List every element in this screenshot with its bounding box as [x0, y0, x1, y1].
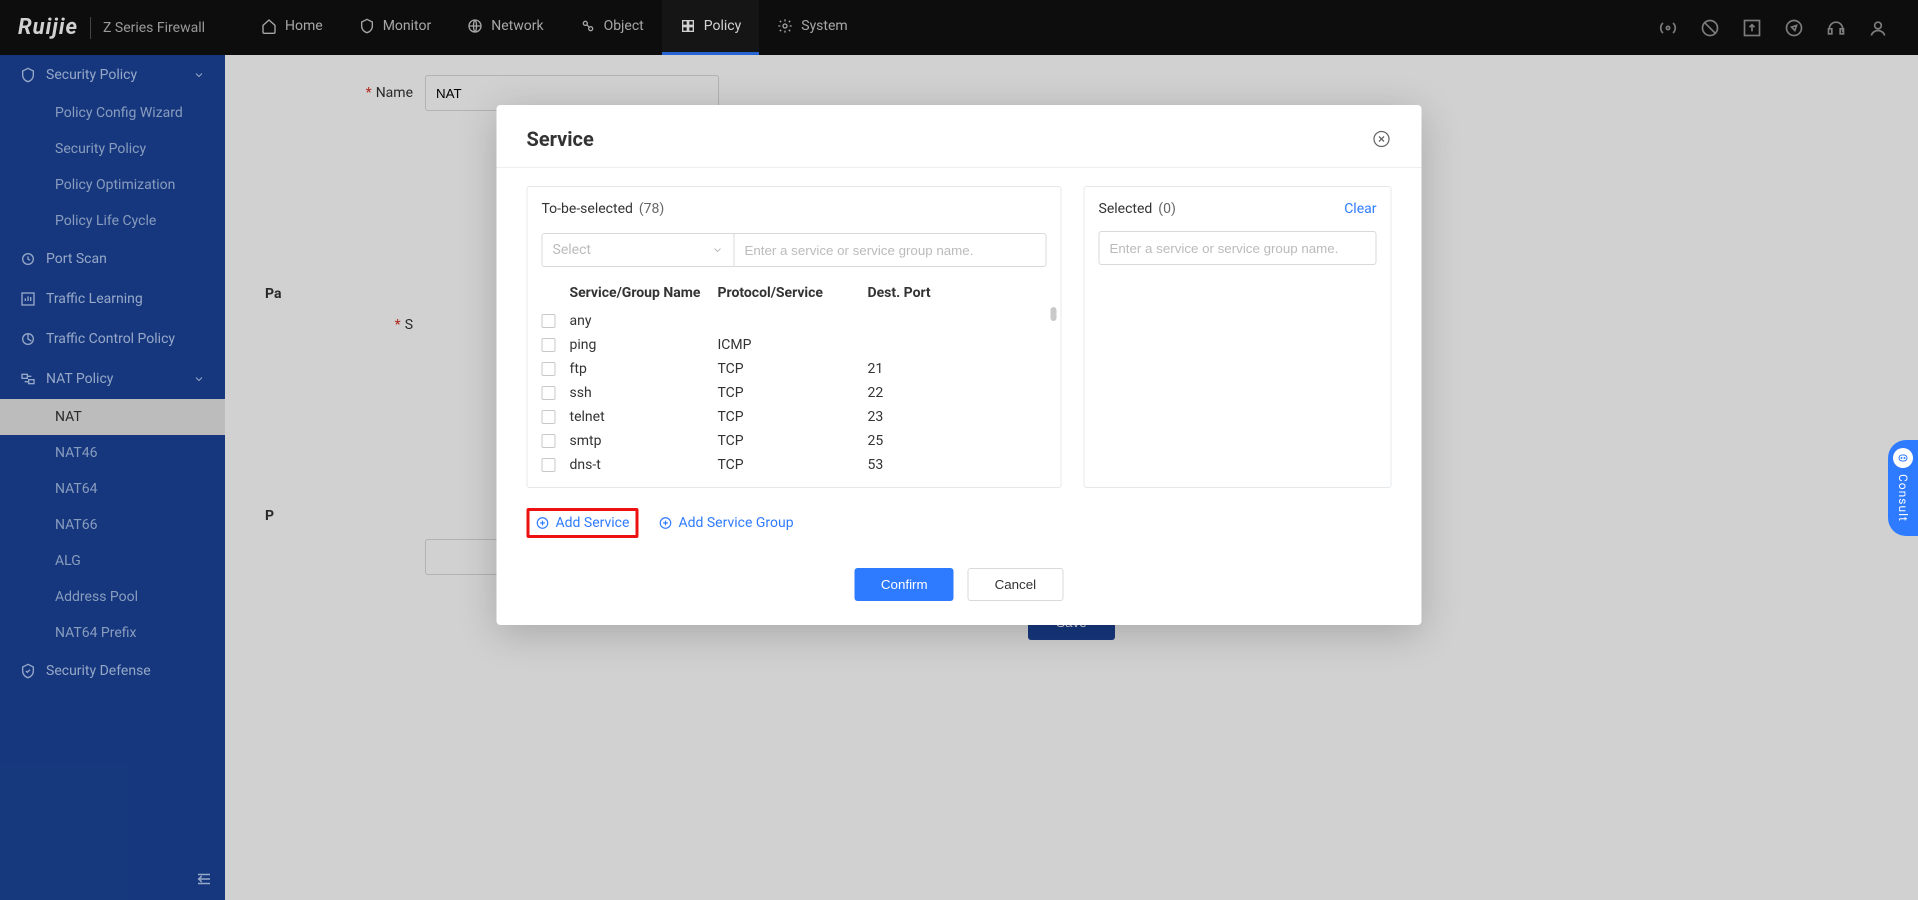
cell-proto: TCP [718, 457, 868, 473]
row-checkbox[interactable] [542, 410, 556, 424]
cell-name: any [570, 313, 718, 329]
modal-header: Service [497, 105, 1422, 168]
panel-title: To-be-selected [542, 201, 633, 217]
add-service-group-button[interactable]: Add Service Group [652, 511, 799, 535]
table-row[interactable]: sshTCP22 [542, 381, 1047, 405]
close-icon [1372, 129, 1392, 149]
to-be-selected-panel: To-be-selected (78) Select Service/Group… [527, 186, 1062, 488]
table-header: Service/Group Name Protocol/Service Dest… [542, 281, 1047, 305]
add-service-group-label: Add Service Group [678, 515, 793, 531]
scrollbar-thumb[interactable] [1051, 307, 1057, 321]
plus-circle-icon [658, 516, 672, 530]
row-checkbox[interactable] [542, 458, 556, 472]
cell-name: ssh [570, 385, 718, 401]
cancel-button[interactable]: Cancel [968, 568, 1064, 601]
cell-name: telnet [570, 409, 718, 425]
add-links-row: Add Service Add Service Group [497, 498, 1422, 548]
col-proto: Protocol/Service [718, 285, 868, 301]
clear-button[interactable]: Clear [1344, 201, 1376, 217]
select-placeholder: Select [553, 242, 591, 258]
consult-tab[interactable]: Consult [1888, 440, 1918, 536]
selected-panel: Selected (0) Clear [1084, 186, 1392, 488]
consult-label: Consult [1896, 474, 1910, 522]
cell-proto: TCP [718, 409, 868, 425]
panel-header: Selected (0) Clear [1085, 187, 1391, 225]
cell-port: 22 [868, 385, 988, 401]
cell-proto: TCP [718, 433, 868, 449]
panel-count: (78) [639, 201, 664, 217]
cell-name: dns-t [570, 457, 718, 473]
row-checkbox[interactable] [542, 434, 556, 448]
cell-port: 53 [868, 457, 988, 473]
selected-search-input[interactable] [1099, 231, 1377, 265]
cell-name: ping [570, 337, 718, 353]
add-service-label: Add Service [556, 515, 630, 531]
consult-bubble-icon [1893, 448, 1913, 468]
row-checkbox[interactable] [542, 386, 556, 400]
cell-proto: TCP [718, 385, 868, 401]
table-row[interactable]: dns-tTCP53 [542, 453, 1047, 477]
chevron-down-icon [712, 244, 724, 256]
panel-title: Selected [1099, 201, 1153, 217]
col-name: Service/Group Name [570, 285, 718, 301]
row-checkbox[interactable] [542, 314, 556, 328]
cell-proto: ICMP [718, 337, 868, 353]
modal-body: To-be-selected (78) Select Service/Group… [497, 168, 1422, 498]
confirm-button[interactable]: Confirm [855, 568, 954, 601]
cell-port: 21 [868, 361, 988, 377]
cell-name: ftp [570, 361, 718, 377]
service-search-input[interactable] [734, 233, 1047, 267]
add-service-button[interactable]: Add Service [527, 508, 639, 538]
table-row[interactable]: smtpTCP25 [542, 429, 1047, 453]
modal-footer: Confirm Cancel [497, 568, 1422, 601]
row-checkbox[interactable] [542, 338, 556, 352]
cell-proto: TCP [718, 361, 868, 377]
table-row[interactable]: telnetTCP23 [542, 405, 1047, 429]
cell-name: smtp [570, 433, 718, 449]
cell-port: 23 [868, 409, 988, 425]
service-modal: Service To-be-selected (78) Select Servi… [497, 105, 1422, 625]
panel-count: (0) [1158, 201, 1176, 217]
modal-title: Service [527, 127, 594, 151]
cell-port: 25 [868, 433, 988, 449]
type-select[interactable]: Select [542, 233, 734, 267]
table-row[interactable]: any [542, 309, 1047, 333]
panel-header: To-be-selected (78) [528, 187, 1061, 225]
table-row[interactable]: pingICMP [542, 333, 1047, 357]
filter-row: Select [528, 225, 1061, 275]
col-port: Dest. Port [868, 285, 988, 301]
service-table: Service/Group Name Protocol/Service Dest… [528, 275, 1061, 487]
row-checkbox[interactable] [542, 362, 556, 376]
plus-circle-icon [536, 516, 550, 530]
table-row[interactable]: ftpTCP21 [542, 357, 1047, 381]
modal-close-button[interactable] [1372, 129, 1392, 149]
